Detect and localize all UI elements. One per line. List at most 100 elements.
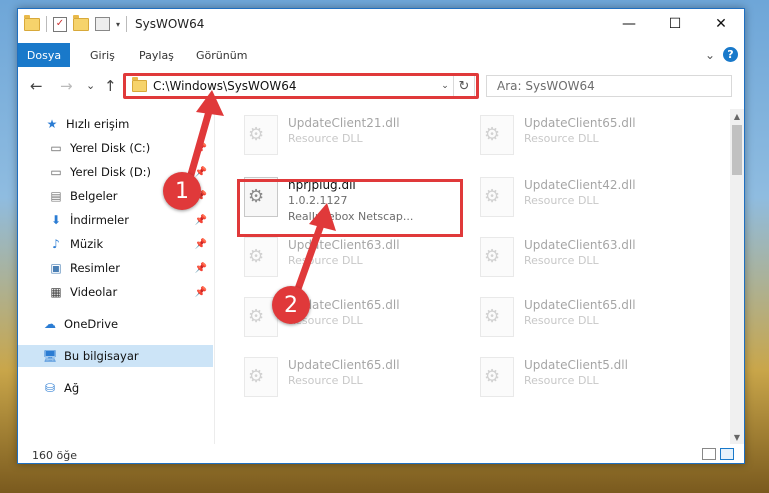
file-name: UpdateClient63.dll — [288, 238, 400, 252]
list-item[interactable]: UpdateClient63.dll Resource DLL — [244, 233, 464, 285]
list-item[interactable]: UpdateClient65.dll Resource DLL — [480, 293, 700, 345]
file-type: Resource DLL — [524, 194, 599, 207]
download-icon: ⬇ — [50, 213, 62, 227]
dll-file-icon — [480, 297, 514, 337]
sidebar-item-disk-c[interactable]: ▭ Yerel Disk (C:) 📌 — [18, 137, 213, 159]
sidebar-item-label: Müzik — [70, 237, 104, 251]
sidebar-item-label: Belgeler — [70, 189, 118, 203]
drive-icon: ▭ — [50, 165, 62, 179]
vertical-scrollbar[interactable]: ▲ ▼ — [730, 109, 744, 444]
videos-icon: ▦ — [50, 285, 62, 299]
ribbon-right: ⌄ ? — [705, 47, 738, 62]
back-icon[interactable]: ← — [30, 77, 43, 95]
sidebar-item-onedrive[interactable]: ☁ OneDrive — [18, 313, 213, 335]
quick-access-toolbar: ✓ ▾ SysWOW64 — [24, 14, 205, 32]
file-type: Resource DLL — [524, 254, 599, 267]
up-icon[interactable]: ↑ — [104, 77, 117, 95]
minimize-button[interactable]: — — [606, 9, 652, 39]
step-1-badge: 1 — [163, 172, 201, 210]
dll-file-icon — [244, 237, 278, 277]
file-name: UpdateClient65.dll — [288, 358, 400, 372]
sidebar-item-label: Yerel Disk (D:) — [70, 165, 152, 179]
dll-file-icon — [244, 357, 278, 397]
pin-icon: 📌 — [194, 166, 207, 178]
scroll-up-icon[interactable]: ▲ — [730, 109, 744, 123]
network-icon: ⛁ — [44, 381, 56, 395]
properties-icon[interactable] — [95, 17, 110, 31]
file-name: UpdateClient21.dll — [288, 116, 400, 130]
list-item[interactable]: UpdateClient65.dll Resource DLL — [244, 353, 464, 405]
tab-gorunum[interactable]: Görünüm — [196, 43, 247, 67]
list-item[interactable]: UpdateClient63.dll Resource DLL — [480, 233, 700, 285]
dll-file-icon — [480, 177, 514, 217]
cloud-icon: ☁ — [44, 317, 56, 331]
file-name: UpdateClient65.dll — [524, 298, 636, 312]
window-title: SysWOW64 — [135, 17, 205, 31]
pin-icon: 📌 — [194, 142, 207, 154]
folder-icon — [24, 14, 40, 31]
documents-icon: ▤ — [50, 189, 62, 203]
pin-icon: 📌 — [194, 286, 207, 298]
tab-giris[interactable]: Giriş — [90, 43, 115, 67]
list-item[interactable]: UpdateClient5.dll Resource DLL — [480, 353, 700, 405]
dll-file-icon — [480, 357, 514, 397]
pin-icon: 📌 — [194, 262, 207, 274]
item-count: 160 öğe — [32, 448, 77, 462]
step-2-badge: 2 — [272, 286, 310, 324]
sidebar-item-pictures[interactable]: ▣ Resimler 📌 — [18, 257, 213, 279]
expand-ribbon-icon[interactable]: ⌄ — [705, 48, 715, 62]
sidebar-item-quick-access[interactable]: ★ Hızlı erişim — [18, 113, 213, 135]
music-icon: ♪ — [52, 237, 60, 251]
sidebar-item-music[interactable]: ♪ Müzik 📌 — [18, 233, 213, 255]
list-item[interactable]: UpdateClient21.dll Resource DLL — [244, 111, 464, 163]
forward-icon[interactable]: → — [60, 77, 73, 95]
pictures-icon: ▣ — [50, 261, 62, 275]
sidebar-item-label: Resimler — [70, 261, 120, 275]
sidebar-item-label: İndirmeler — [70, 213, 129, 227]
sidebar-item-label: Ağ — [64, 381, 80, 395]
sidebar-item-this-pc[interactable]: 🖥 Bu bilgisayar — [18, 345, 213, 367]
file-name: UpdateClient42.dll — [524, 178, 636, 192]
pin-icon: 📌 — [194, 238, 207, 250]
drive-icon: ▭ — [50, 141, 62, 155]
maximize-button[interactable]: ☐ — [652, 9, 698, 39]
details-view-icon[interactable] — [702, 448, 716, 460]
title-bar: ✓ ▾ SysWOW64 — ☐ ✕ — [18, 9, 744, 41]
computer-icon: 🖥 — [42, 349, 58, 363]
close-button[interactable]: ✕ — [698, 9, 744, 39]
sidebar-item-network[interactable]: ⛁ Ağ — [18, 377, 213, 399]
tab-dosya[interactable]: Dosya — [18, 43, 70, 67]
explorer-window: ✓ ▾ SysWOW64 — ☐ ✕ Dosya Giriş Paylaş Gö… — [17, 8, 745, 464]
divider — [46, 16, 47, 32]
search-input[interactable]: Ara: SysWOW64 — [486, 75, 732, 97]
sidebar-item-label: Yerel Disk (C:) — [70, 141, 151, 155]
sidebar-item-label: Bu bilgisayar — [64, 349, 139, 363]
sidebar-item-label: OneDrive — [64, 317, 119, 331]
sidebar-item-label: Hızlı erişim — [66, 117, 130, 131]
dll-file-icon — [244, 115, 278, 155]
scroll-down-icon[interactable]: ▼ — [730, 430, 744, 444]
properties-check-icon[interactable]: ✓ — [53, 16, 67, 32]
help-icon[interactable]: ? — [723, 47, 738, 62]
list-item[interactable]: UpdateClient65.dll Resource DLL — [480, 111, 700, 163]
tab-paylas[interactable]: Paylaş — [139, 43, 174, 67]
ribbon-tabs: Dosya Giriş Paylaş Görünüm ⌄ ? — [18, 43, 744, 67]
sidebar-item-videos[interactable]: ▦ Videolar 📌 — [18, 281, 213, 303]
view-buttons — [702, 448, 734, 460]
large-icons-view-icon[interactable] — [720, 448, 734, 460]
new-folder-icon[interactable] — [73, 14, 89, 31]
file-name: UpdateClient63.dll — [524, 238, 636, 252]
file-type: Resource DLL — [288, 132, 363, 145]
recent-locations-icon[interactable]: ⌄ — [86, 79, 95, 92]
pin-icon: 📌 — [194, 214, 207, 226]
qat-dropdown-icon[interactable]: ▾ — [116, 20, 120, 29]
status-bar: 160 öğe — [18, 445, 744, 463]
file-name: UpdateClient5.dll — [524, 358, 628, 372]
scroll-thumb[interactable] — [732, 125, 742, 175]
file-type: Resource DLL — [524, 374, 599, 387]
dll-file-icon — [480, 237, 514, 277]
list-item[interactable]: UpdateClient42.dll Resource DLL — [480, 173, 700, 225]
sidebar-item-downloads[interactable]: ⬇ İndirmeler 📌 — [18, 209, 213, 231]
window-controls: — ☐ ✕ — [606, 9, 744, 39]
file-type: Resource DLL — [288, 254, 363, 267]
